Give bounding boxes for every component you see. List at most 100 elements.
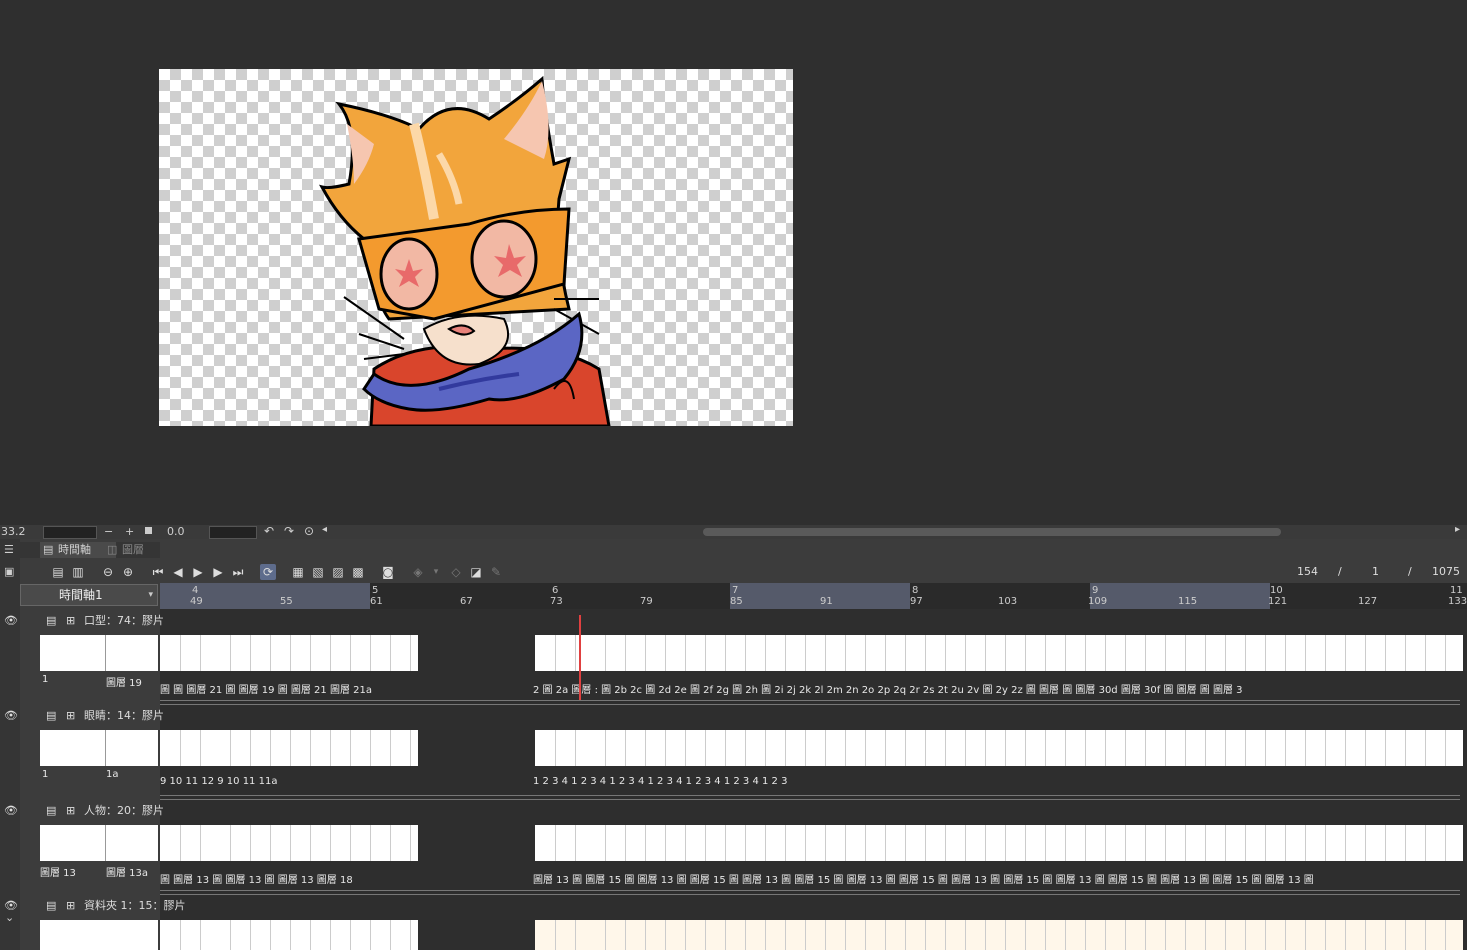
loop-icon[interactable]: ⟳ [260, 564, 276, 580]
rotation-angle-value[interactable]: 0.0 [167, 525, 185, 538]
cell-divider [310, 920, 311, 950]
rotate-right-icon[interactable]: ↷ [284, 524, 294, 538]
cel-strip[interactable] [160, 635, 418, 671]
scroll-right-icon[interactable]: ▸ [1455, 524, 1460, 535]
cell-divider [1405, 730, 1406, 766]
cel-strip[interactable] [160, 920, 418, 950]
current-frame-number[interactable]: 154 [1297, 565, 1318, 578]
cel-strip[interactable] [535, 730, 1463, 766]
new-cel-icon[interactable]: ▧ [310, 564, 326, 580]
cel-strip[interactable] [160, 825, 418, 861]
tab-timeline-label: 時間軸 [58, 543, 91, 556]
artboard[interactable] [159, 69, 793, 426]
last-frame-icon[interactable]: ⏭ [230, 564, 246, 580]
ruler-minor-label: 127 [1358, 596, 1378, 607]
cel-strip[interactable] [160, 730, 418, 766]
panel-menu-icon[interactable]: ☰ [4, 543, 14, 556]
animation-folder-icon: ▤ [46, 709, 57, 722]
cell-divider [665, 825, 666, 861]
cell-divider [765, 730, 766, 766]
layer-header[interactable]: 👁 ▤ ⊞ 眼睛：14：膠片 [4, 707, 164, 725]
keyframe-icon[interactable]: ◈ [410, 564, 426, 580]
ruler-minor-label: 91 [820, 596, 833, 607]
layer-name: 口型：74：膠片 [84, 614, 164, 627]
cell-divider [1125, 920, 1126, 950]
eye-icon[interactable]: 👁 [4, 707, 18, 725]
layer-header[interactable]: 👁 ▤ ⊞ 人物：20：膠片 [4, 802, 164, 820]
cell-divider [1445, 635, 1446, 671]
first-frame-icon[interactable]: ⏮ [150, 564, 166, 580]
eye-icon[interactable]: 👁 [4, 802, 18, 820]
cell-divider [1105, 730, 1106, 766]
expand-icon[interactable]: ⊞ [66, 612, 75, 630]
onion-skin-icon[interactable]: ◙ [380, 564, 396, 580]
keyframe-dropdown-icon[interactable]: ▾ [428, 564, 444, 580]
cel-thumbnail[interactable] [40, 635, 158, 671]
scroll-left-icon[interactable]: ◂ [322, 524, 327, 535]
zoom-slider[interactable] [43, 526, 97, 539]
cell-divider [1085, 730, 1086, 766]
zoom-in-timeline-icon[interactable]: ⊕ [120, 564, 136, 580]
layer-header[interactable]: 👁 ▤ ⊞ 口型：74：膠片 [4, 612, 164, 630]
canvas-area[interactable] [0, 0, 1467, 525]
start-frame-number[interactable]: 1 [1372, 565, 1379, 578]
timeline-select[interactable]: 時間軸1 ▾ [20, 584, 158, 606]
cell-divider [1325, 825, 1326, 861]
edit-timeline-icon[interactable]: ▥ [70, 564, 86, 580]
fit-view-icon[interactable] [145, 527, 152, 534]
expand-icon[interactable]: ⊞ [66, 707, 75, 725]
zoom-out-button[interactable]: − [104, 525, 113, 538]
layer-header[interactable]: 👁 ▤ ⊞ 資料夾 1：15：膠片 [4, 897, 186, 915]
cell-divider [555, 730, 556, 766]
cel-thumbnail[interactable] [40, 920, 158, 950]
cell-divider [1185, 825, 1186, 861]
delete-cel-icon[interactable]: ▩ [350, 564, 366, 580]
cell-divider [250, 825, 251, 861]
zoom-out-timeline-icon[interactable]: ⊖ [100, 564, 116, 580]
specify-cel-icon[interactable]: ▨ [330, 564, 346, 580]
cel-strip[interactable] [535, 635, 1463, 671]
cell-divider [705, 635, 706, 671]
timeline-settings-icon[interactable]: ▣ [4, 565, 14, 578]
cel-strip[interactable] [535, 920, 1463, 950]
total-frames-number[interactable]: 1075 [1432, 565, 1460, 578]
cel-strip[interactable] [535, 825, 1463, 861]
cell-divider [605, 730, 606, 766]
cel-thumbnail[interactable] [40, 825, 158, 861]
expand-icon[interactable]: ⊞ [66, 802, 75, 820]
play-icon[interactable]: ▶ [190, 564, 206, 580]
eye-icon[interactable]: 👁 [4, 897, 18, 915]
edit-keyframe-icon[interactable]: ◪ [468, 564, 484, 580]
cell-divider [1105, 635, 1106, 671]
cel-thumbnail[interactable] [40, 730, 158, 766]
cell-divider [965, 635, 966, 671]
cell-divider [1245, 730, 1246, 766]
new-timeline-icon[interactable]: ▤ [50, 564, 66, 580]
zoom-value[interactable]: 33.2 [1, 525, 26, 538]
cell-divider [1145, 635, 1146, 671]
tab-layers[interactable]: ◫ 圖層 [104, 542, 178, 558]
cell-divider [410, 730, 411, 766]
rotation-slider[interactable] [209, 526, 257, 539]
playhead[interactable] [579, 615, 581, 700]
zoom-in-button[interactable]: + [125, 525, 134, 538]
cell-divider [230, 825, 231, 861]
eye-icon[interactable]: 👁 [4, 612, 18, 630]
frame-ruler[interactable]: 4 5 6 7 8 9 10 11 49 55 61 67 73 79 85 9… [160, 583, 1467, 609]
cell-divider [105, 635, 106, 671]
next-frame-icon[interactable]: ▶ [210, 564, 226, 580]
cell-divider [765, 825, 766, 861]
timeline-tab-icon: ▤ [43, 543, 54, 556]
new-animation-folder-icon[interactable]: ▦ [290, 564, 306, 580]
cell-divider [645, 825, 646, 861]
reset-rotation-icon[interactable]: ⊙ [304, 524, 314, 538]
cell-divider [350, 825, 351, 861]
rotate-left-icon[interactable]: ↶ [264, 524, 274, 538]
add-keyframe-icon[interactable]: ◇ [448, 564, 464, 580]
prev-frame-icon[interactable]: ◀ [170, 564, 186, 580]
expand-icon[interactable]: ⊞ [66, 897, 75, 915]
ruler-minor-label: 67 [460, 596, 473, 607]
cell-divider [1285, 825, 1286, 861]
canvas-horizontal-scrollbar[interactable] [703, 528, 1281, 536]
pen-icon[interactable]: ✎ [488, 564, 504, 580]
